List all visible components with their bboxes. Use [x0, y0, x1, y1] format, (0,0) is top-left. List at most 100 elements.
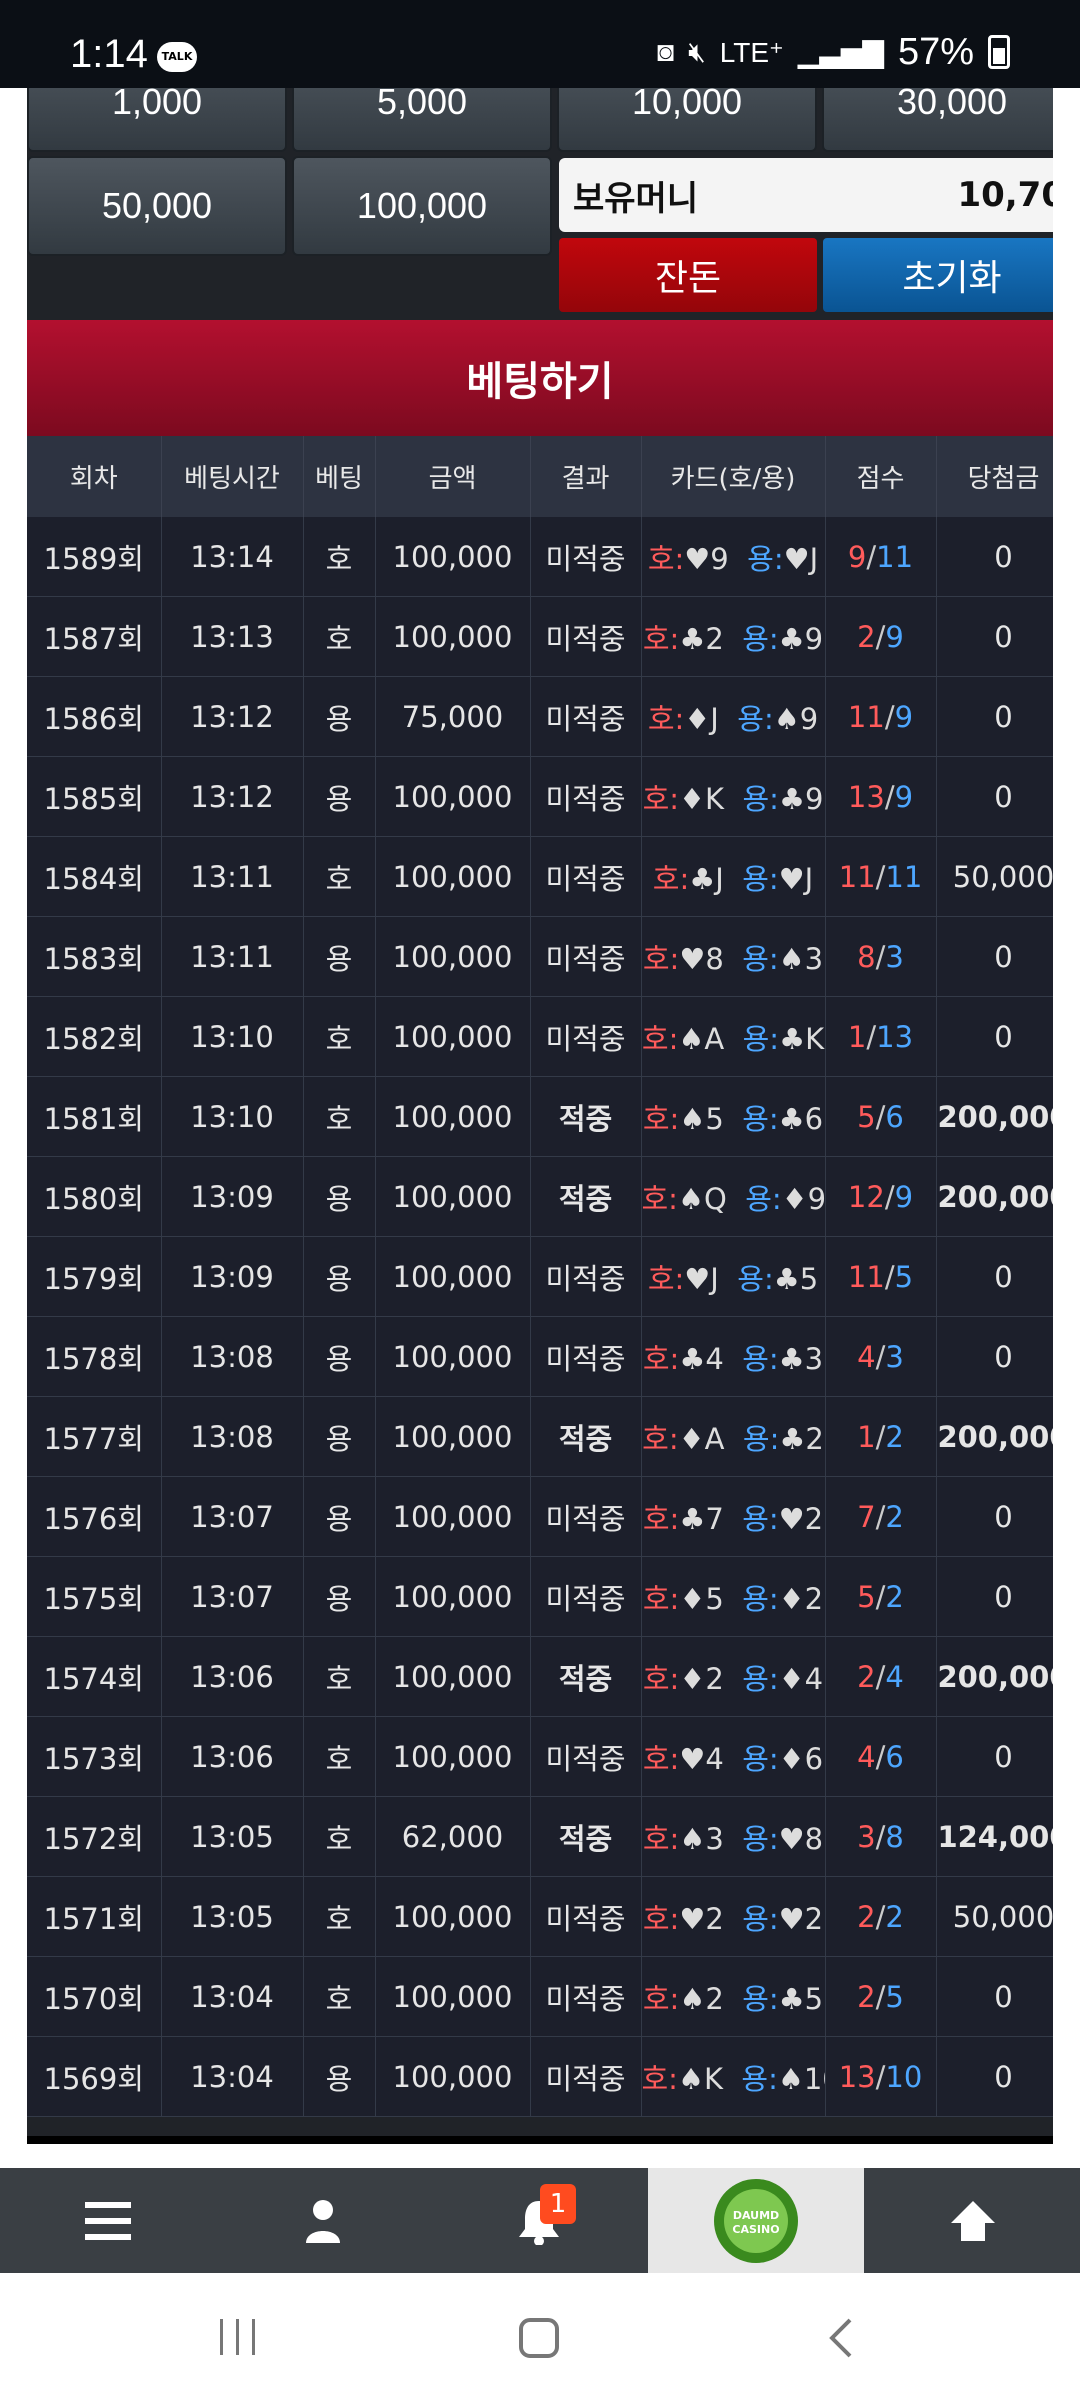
scroll-top-button[interactable]: [865, 2168, 1080, 2273]
dragon-label: 용:: [745, 1181, 782, 1216]
signal-icon: ▁▃▅▇: [797, 36, 884, 68]
cards-cell: 호:♠K 용:♠10: [641, 2036, 826, 2117]
tiger-label: 호:: [642, 1421, 679, 1456]
amount-cell: 100,000: [375, 1236, 531, 1317]
cards-cell: 호:♥9 용:♥J: [641, 517, 826, 597]
score-cell: 11/9: [825, 676, 937, 757]
cards-cell: 호:♥4 용:♦6: [641, 1716, 826, 1797]
time-cell: 13:06: [161, 1636, 304, 1717]
col-amount: 금액: [375, 436, 531, 517]
prize-cell: 0: [936, 2036, 1053, 2117]
tiger-card: ♣4: [679, 1341, 724, 1376]
recent-apps-icon[interactable]: [218, 2317, 258, 2357]
col-prize: 당첨금: [936, 436, 1053, 517]
prize-cell: 0: [936, 676, 1053, 757]
dragon-score: 4: [885, 1659, 904, 1694]
cards-cell: 호:♦J 용:♠9: [641, 676, 826, 757]
menu-button[interactable]: [0, 2168, 215, 2273]
status-time: 1:14: [70, 32, 148, 76]
chip-100000-button[interactable]: 100,000: [292, 156, 552, 256]
side-cell: 호: [303, 996, 376, 1077]
score-cell: 11/5: [825, 1236, 937, 1317]
home-icon[interactable]: [518, 2317, 560, 2359]
chip-50000-button[interactable]: 50,000: [27, 156, 287, 256]
chip-30000-button[interactable]: 30,000: [822, 88, 1053, 152]
cards-cell: 호:♠A 용:♣K: [641, 996, 826, 1077]
table-row: 1573회 13:06 호 100,000 미적중 호:♥4 용:♦6 4/6 0: [27, 1716, 1053, 1797]
casino-logo-button[interactable]: DAUMD CASINO: [648, 2168, 864, 2273]
tiger-score: 8: [857, 939, 876, 974]
prize-cell: 200,000: [936, 1396, 1053, 1477]
amount-cell: 75,000: [375, 676, 531, 757]
dragon-score: 5: [885, 1979, 904, 2014]
result-cell: 적중: [530, 1076, 642, 1157]
amount-cell: 100,000: [375, 1876, 531, 1957]
cards-cell: 호:♣4 용:♣3: [641, 1316, 826, 1397]
table-row: 1579회 13:09 용 100,000 미적중 호:♥J 용:♣5 11/5 0: [27, 1236, 1053, 1317]
tiger-label: 호:: [641, 1181, 678, 1216]
round-cell: 1570회: [27, 1956, 162, 2037]
time-cell: 13:09: [161, 1236, 304, 1317]
score-cell: 5/2: [825, 1556, 937, 1637]
dragon-label: 용:: [742, 1661, 779, 1696]
back-icon[interactable]: [826, 2317, 856, 2359]
balance-label: 보유머니: [573, 178, 699, 219]
round-cell: 1575회: [27, 1556, 162, 1637]
amount-cell: 100,000: [375, 596, 531, 677]
dragon-card: ♥2: [778, 1901, 824, 1936]
prize-cell: 124,000: [936, 1796, 1053, 1877]
notifications-button[interactable]: [431, 2168, 647, 2273]
dragon-score: 2: [885, 1419, 904, 1454]
time-cell: 13:06: [161, 1716, 304, 1797]
dragon-card: ♥J: [778, 861, 814, 896]
chip-5000-button[interactable]: 5,000: [292, 88, 552, 152]
score-cell: 2/9: [825, 596, 937, 677]
col-bet-time: 베팅시간: [161, 436, 304, 517]
profile-button[interactable]: [215, 2168, 431, 2273]
result-cell: 미적중: [530, 1316, 642, 1397]
tiger-label: 호:: [647, 701, 685, 736]
tiger-score: 11: [847, 699, 885, 734]
table-row: 1577회13:08용100,000적중호:♦A 용:♣21/2200,000: [27, 1396, 1053, 1477]
result-cell: 적중: [530, 1636, 642, 1717]
tiger-score: 11: [847, 1259, 885, 1294]
table-row: 1583회 13:11 용 100,000 미적중 호:♥8 용:♠3 8/3 0: [27, 916, 1053, 997]
side-cell: 호: [303, 517, 376, 597]
place-bet-button[interactable]: 베팅하기: [27, 320, 1053, 436]
cards-cell: 호:♦5 용:♦2: [641, 1556, 826, 1637]
dragon-score: 2: [885, 1499, 904, 1534]
score-cell: 11/11: [825, 836, 937, 917]
time-cell: 13:10: [161, 996, 304, 1077]
result-cell: 미적중: [530, 1876, 642, 1957]
amount-cell: 100,000: [375, 517, 531, 597]
score-cell: 9/11: [825, 517, 937, 597]
side-cell: 용: [303, 676, 376, 757]
prize-cell: 200,000: [936, 1076, 1053, 1157]
change-button[interactable]: 잔돈: [559, 238, 817, 312]
cards-cell: 호:♠5 용:♣6: [641, 1076, 826, 1157]
table-row: 1580회13:09용100,000적중호:♠Q 용:♦912/9200,000: [27, 1156, 1053, 1237]
result-cell: 미적중: [530, 1956, 642, 2037]
tiger-card: ♥2: [679, 1901, 724, 1936]
prize-cell: 0: [936, 756, 1053, 837]
dragon-score: 3: [885, 939, 904, 974]
time-cell: 13:11: [161, 836, 304, 917]
score-cell: 5/6: [825, 1076, 937, 1157]
time-cell: 13:05: [161, 1796, 304, 1877]
chip-10000-button[interactable]: 10,000: [557, 88, 817, 152]
tiger-card: ♥J: [684, 1261, 719, 1296]
table-row: 1576회 13:07 용 100,000 미적중 호:♣7 용:♥2 7/2 0: [27, 1476, 1053, 1557]
side-cell: 용: [303, 1476, 376, 1557]
tiger-score: 5: [857, 1099, 876, 1134]
tiger-card: ♦A: [678, 1421, 725, 1456]
chip-1000-button[interactable]: 1,000: [27, 88, 287, 152]
round-cell: 1587회: [27, 596, 162, 677]
status-icons: ◙ 🔇︎ LTE⁺ ▁▃▅▇ 57%: [657, 30, 1010, 74]
result-cell: 미적중: [530, 1236, 642, 1317]
reset-button[interactable]: 초기화: [823, 238, 1053, 312]
tiger-card: ♦2: [679, 1661, 724, 1696]
battery-percent: 57%: [897, 30, 974, 73]
round-cell: 1573회: [27, 1716, 162, 1797]
betting-page: 1,000 5,000 10,000 30,000 50,000 100,000…: [27, 88, 1053, 2136]
tiger-score: 2: [857, 1979, 876, 2014]
